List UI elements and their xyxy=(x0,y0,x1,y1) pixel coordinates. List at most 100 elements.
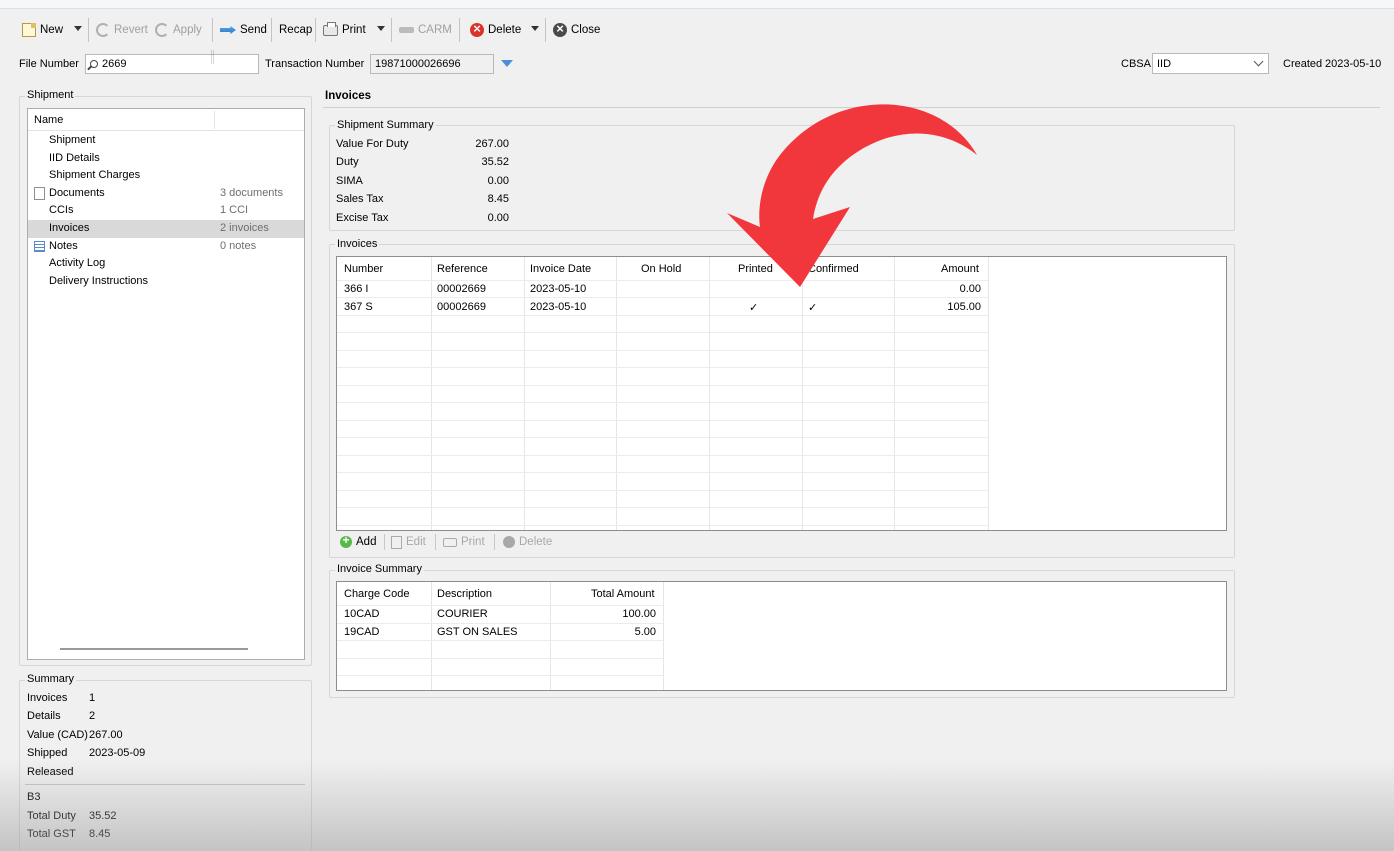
tree-item-activity-log[interactable]: Activity Log xyxy=(28,255,304,273)
toolbar-separator xyxy=(88,18,89,42)
file-number-value: 2669 xyxy=(102,58,127,70)
row-divider xyxy=(337,623,663,624)
column-header-description[interactable]: Description xyxy=(437,588,492,600)
tree-item-label: IID Details xyxy=(49,151,100,164)
tree-item-ccis[interactable]: CCIs 1 CCI xyxy=(28,202,304,220)
tree-item-delivery-instructions[interactable]: Delivery Instructions xyxy=(28,273,304,291)
horizontal-scrollbar[interactable] xyxy=(60,648,248,650)
edit-icon xyxy=(391,535,402,549)
recap-button[interactable]: Recap xyxy=(279,20,312,40)
summary-value: 35.52 xyxy=(481,156,509,168)
shipment-summary-title: Shipment Summary xyxy=(335,119,436,131)
close-button-label: Close xyxy=(571,24,601,36)
tree-item-label: CCIs xyxy=(49,204,74,217)
close-button[interactable]: Close xyxy=(553,20,600,40)
invoice-summary-table: Charge Code Description Total Amount 10C… xyxy=(336,581,1227,691)
row-divider xyxy=(337,640,663,641)
toolbar-separator xyxy=(459,18,460,42)
summary-value: 35.52 xyxy=(89,810,117,822)
invoice-date-cell[interactable]: 2023-05-10 xyxy=(530,301,586,313)
new-button[interactable]: New xyxy=(22,20,63,40)
delete-icon xyxy=(470,21,484,37)
summary-label: SIMA xyxy=(336,175,363,187)
tree-item-label: Invoices xyxy=(49,222,90,234)
summary-row-total-gst: Total GST 8.45 xyxy=(27,828,110,840)
carm-icon xyxy=(399,27,414,33)
new-document-icon xyxy=(22,23,36,37)
file-number-field[interactable]: 2669 xyxy=(85,54,259,74)
delete-dropdown-arrow-icon[interactable] xyxy=(531,26,539,31)
apply-button-label: Apply xyxy=(173,24,202,36)
tree-item-shipment[interactable]: Shipment xyxy=(28,132,304,150)
column-header-number[interactable]: Number xyxy=(344,263,383,275)
carm-button[interactable]: CARM xyxy=(399,20,452,40)
send-button[interactable]: Send xyxy=(220,20,267,40)
tree-item-invoices[interactable]: Invoices 2 invoices xyxy=(28,220,304,238)
transaction-number-field[interactable]: 19871000026696 xyxy=(370,54,494,74)
new-dropdown-arrow-icon[interactable] xyxy=(74,26,82,31)
column-header-charge-code[interactable]: Charge Code xyxy=(344,588,409,600)
row-divider xyxy=(337,367,988,368)
invoice-number-cell[interactable]: 366 I xyxy=(344,283,368,295)
tree-item-label: Notes xyxy=(49,239,78,252)
apply-button[interactable]: Apply xyxy=(155,20,202,40)
text-cursor-icon xyxy=(211,50,214,64)
print-invoice-button[interactable]: Print xyxy=(443,534,485,550)
description-cell[interactable]: COURIER xyxy=(437,608,488,620)
tree-item-documents[interactable]: Documents 3 documents xyxy=(28,185,304,203)
column-header-invoice-date[interactable]: Invoice Date xyxy=(530,263,591,275)
charge-code-cell[interactable]: 10CAD xyxy=(344,608,379,620)
column-header-reference[interactable]: Reference xyxy=(437,263,488,275)
invoice-confirmed-cell[interactable]: ✓ xyxy=(808,301,817,314)
expand-triangle-icon[interactable] xyxy=(501,60,513,67)
delete-button[interactable]: Delete xyxy=(470,20,521,40)
tree-item-shipment-charges[interactable]: Shipment Charges xyxy=(28,167,304,185)
cbsa-label: CBSA xyxy=(1121,58,1151,70)
summary-value: 2023-05-09 xyxy=(89,747,146,759)
shipment-summary-row: Sales Tax 8.45 xyxy=(336,193,509,205)
summary-label: B3 xyxy=(27,791,41,803)
toolbar-separator xyxy=(271,18,272,42)
tree-item-notes[interactable]: Notes 0 notes xyxy=(28,238,304,256)
summary-row-total-duty: Total Duty 35.52 xyxy=(27,810,117,822)
section-title: Invoices xyxy=(325,90,372,102)
summary-row-b3: B3 xyxy=(27,791,40,803)
file-number-label: File Number xyxy=(19,58,79,70)
column-header-on-hold[interactable]: On Hold xyxy=(641,263,681,275)
tree-header: Name xyxy=(28,109,304,131)
add-invoice-button[interactable]: Add xyxy=(340,533,376,550)
invoice-reference-cell[interactable]: 00002669 xyxy=(437,283,486,295)
description-cell[interactable]: GST ON SALES xyxy=(437,626,518,638)
invoice-printed-cell[interactable]: ✓ xyxy=(749,301,758,314)
column-header-total-amount[interactable]: Total Amount xyxy=(591,588,655,600)
print-button-label: Print xyxy=(461,536,485,548)
invoice-amount-cell[interactable]: 105.00 xyxy=(897,301,981,313)
toolbar-separator xyxy=(212,18,213,42)
invoice-number-cell[interactable]: 367 S xyxy=(344,301,373,313)
shipment-group-title: Shipment xyxy=(25,89,76,101)
printer-icon xyxy=(443,537,457,547)
total-amount-cell[interactable]: 100.00 xyxy=(553,608,656,620)
column-divider xyxy=(214,111,215,129)
row-divider xyxy=(337,658,663,659)
summary-row-released: Released xyxy=(27,766,73,778)
invoice-reference-cell[interactable]: 00002669 xyxy=(437,301,486,313)
column-divider xyxy=(988,257,989,530)
total-amount-cell[interactable]: 5.00 xyxy=(553,626,656,638)
tree-item-iid-details[interactable]: IID Details xyxy=(28,150,304,168)
revert-button[interactable]: Revert xyxy=(96,20,148,40)
recap-button-label: Recap xyxy=(279,24,313,36)
document-icon xyxy=(34,186,45,200)
summary-label: Released xyxy=(27,766,74,778)
invoice-date-cell[interactable]: 2023-05-10 xyxy=(530,283,586,295)
print-button[interactable]: Print xyxy=(323,20,366,40)
edit-invoice-button[interactable]: Edit xyxy=(391,534,426,550)
row-divider xyxy=(337,675,663,676)
tree-item-label: Delivery Instructions xyxy=(49,274,149,287)
cbsa-select[interactable]: IID xyxy=(1152,53,1269,74)
tree-item-count: 0 notes xyxy=(220,239,257,252)
charge-code-cell[interactable]: 19CAD xyxy=(344,626,379,638)
notes-icon xyxy=(34,240,45,252)
delete-invoice-button[interactable]: Delete xyxy=(503,534,552,550)
print-dropdown-arrow-icon[interactable] xyxy=(377,26,385,31)
